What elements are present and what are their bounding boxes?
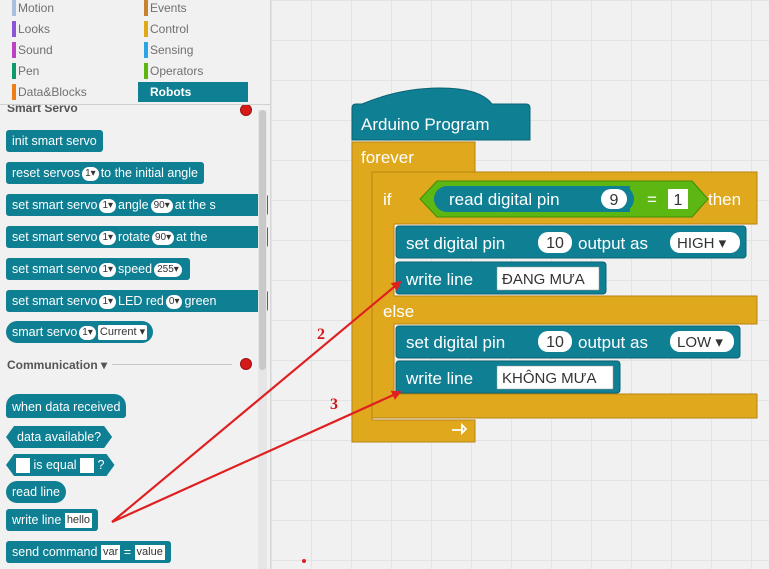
category-looks[interactable]: Looks: [6, 19, 128, 39]
category-label: Robots: [150, 85, 192, 99]
pin-value: 10: [546, 334, 564, 351]
else-label: else: [383, 302, 414, 321]
category-sound[interactable]: Sound: [6, 40, 128, 60]
pin-value: 10: [546, 235, 564, 252]
category-menu: Motion Looks Sound Pen Data&Blocks Event…: [0, 0, 270, 105]
category-events[interactable]: Events: [138, 0, 260, 18]
category-label: Control: [150, 22, 189, 36]
category-operators[interactable]: Operators: [138, 61, 260, 81]
condition-equals[interactable]: read digital pin 9 = 1: [419, 180, 709, 218]
category-sensing[interactable]: Sensing: [138, 40, 260, 60]
block-arduino-program-hat[interactable]: Arduino Program: [351, 87, 531, 141]
output-as-label: output as: [578, 333, 648, 352]
category-label: Pen: [18, 64, 40, 78]
block-write-line-1[interactable]: write line ĐANG MƯA: [395, 261, 607, 295]
category-robots[interactable]: Robots: [138, 82, 248, 102]
message-value: ĐANG MƯA: [502, 271, 585, 288]
annotation-label-2: 2: [317, 326, 325, 343]
read-pin-label: read digital pin: [449, 190, 560, 209]
write-line-label: write line: [405, 369, 473, 388]
category-label: Data&Blocks: [18, 85, 87, 99]
level-value: LOW ▾: [677, 334, 723, 351]
compare-value: 1: [674, 192, 683, 209]
write-line-label: write line: [405, 270, 473, 289]
category-motion[interactable]: Motion: [6, 0, 128, 18]
category-label: Motion: [18, 1, 55, 15]
hat-label: Arduino Program: [361, 115, 490, 134]
category-label: Looks: [18, 22, 51, 36]
then-label: then: [708, 190, 741, 209]
if-label: if: [383, 190, 392, 209]
category-label: Sound: [18, 43, 53, 57]
set-pin-label: set digital pin: [406, 234, 505, 253]
forever-label: forever: [361, 148, 414, 167]
set-pin-label: set digital pin: [406, 333, 505, 352]
output-as-label: output as: [578, 234, 648, 253]
category-pen[interactable]: Pen: [6, 61, 128, 81]
category-label: Operators: [150, 64, 204, 78]
category-label: Events: [150, 1, 187, 15]
block-set-digital-pin-low[interactable]: set digital pin 10 output as LOW ▾: [395, 325, 741, 359]
pin-number-value: 9: [610, 192, 619, 209]
level-value: HIGH ▾: [677, 235, 727, 252]
stray-red-dot: [302, 559, 306, 563]
message-value: KHÔNG MƯA: [502, 370, 596, 387]
annotation-label-3: 3: [330, 396, 338, 413]
category-control[interactable]: Control: [138, 19, 260, 39]
block-set-digital-pin-high[interactable]: set digital pin 10 output as HIGH ▾: [395, 225, 747, 259]
category-label: Sensing: [150, 43, 194, 57]
category-data-blocks[interactable]: Data&Blocks: [6, 82, 128, 102]
block-write-line-2[interactable]: write line KHÔNG MƯA: [395, 360, 621, 394]
arrow-3: [111, 390, 402, 524]
equals-sign: =: [647, 190, 657, 209]
